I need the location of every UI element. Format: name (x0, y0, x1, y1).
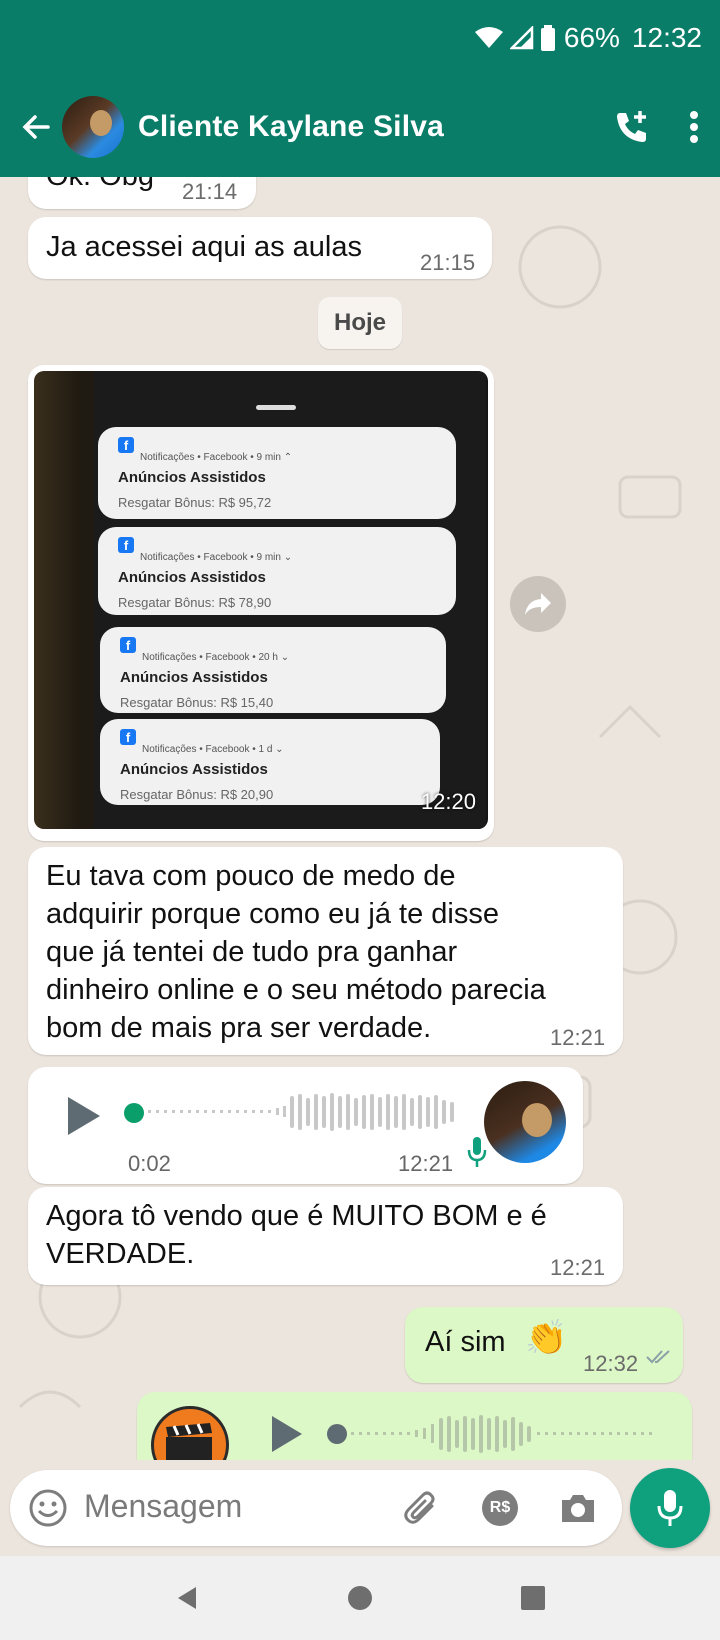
clock: 12:32 (631, 22, 702, 53)
voice-message[interactable]: 0:02 12:21 (28, 1067, 583, 1184)
forward-icon (525, 593, 551, 615)
incoming-message[interactable]: Ja acessei aqui as aulas 21:15 (28, 217, 492, 279)
notification-card: f Notificações • Facebook • 9 min ⌄ Anún… (98, 527, 456, 615)
signal-icon (509, 26, 534, 50)
message-line: adquirir porque como eu já te disse (46, 898, 499, 930)
play-icon[interactable] (64, 1095, 104, 1137)
notification-body: Resgatar Bônus: R$ 95,72 (118, 495, 272, 510)
message-line: bom de mais pra ser verdade. (46, 1012, 432, 1044)
outgoing-message[interactable]: Aí sim 👏 12:32 (405, 1307, 683, 1383)
message-time: 21:14 (182, 179, 238, 204)
facebook-icon: f (118, 537, 134, 553)
clapping-hands-emoji: 👏 (525, 1319, 568, 1357)
message-input[interactable]: Mensagem (84, 1488, 242, 1525)
message-line: que já tentei de tudo pra ganhar (46, 936, 458, 968)
message-text: Ok. Obg (46, 177, 154, 195)
message-line: Eu tava com pouco de medo de (46, 860, 456, 892)
message-time: 21:15 (420, 250, 476, 275)
voice-duration: 0:02 (128, 1151, 171, 1176)
wifi-icon (474, 27, 503, 48)
status-bar: 66% 12:32 (474, 22, 702, 54)
waveform[interactable] (148, 1092, 478, 1132)
playback-thumb[interactable] (327, 1424, 347, 1444)
message-text: Aí sim (425, 1326, 506, 1358)
chat-header: 66% 12:32 Cliente Kaylane Silva (0, 0, 720, 177)
recents-nav-icon[interactable] (518, 1583, 548, 1613)
notification-card: f Notificações • Facebook • 1 d ⌄ Anúnci… (100, 719, 440, 805)
clapperboard-icon (166, 1423, 212, 1460)
mic-icon (657, 1490, 683, 1526)
forward-button[interactable] (510, 576, 566, 632)
mic-icon (467, 1137, 487, 1167)
payment-button[interactable]: R$ (482, 1490, 518, 1526)
message-line: dinheiro online e o seu método parecia (46, 974, 546, 1006)
facebook-icon: f (118, 437, 134, 453)
voice-record-button[interactable] (630, 1468, 710, 1548)
phone-screenshot: f Notificações • Facebook • 9 min ⌃ Anún… (94, 371, 486, 829)
home-nav-icon[interactable] (345, 1583, 375, 1613)
message-composer[interactable]: Mensagem R$ (10, 1470, 622, 1546)
facebook-icon: f (120, 729, 136, 745)
more-vert-icon[interactable] (688, 109, 700, 145)
notification-body: Resgatar Bônus: R$ 78,90 (118, 595, 272, 610)
playback-thumb[interactable] (124, 1103, 144, 1123)
outgoing-voice-message[interactable] (137, 1392, 692, 1460)
back-nav-icon[interactable] (172, 1583, 202, 1613)
message-text: Eu tava com pouco de medo de adquirir po… (46, 857, 546, 1047)
contact-name[interactable]: Cliente Kaylane Silva (138, 110, 444, 144)
play-icon[interactable] (269, 1414, 305, 1454)
incoming-message[interactable]: Ok. Obg 21:14 (28, 177, 256, 209)
image-message[interactable]: f Notificações • Facebook • 9 min ⌃ Anún… (28, 365, 494, 841)
message-text: Ja acessei aqui as aulas (46, 231, 362, 263)
date-chip: Hoje (318, 297, 402, 349)
add-call-icon[interactable] (612, 107, 652, 147)
incoming-message[interactable]: Eu tava com pouco de medo de adquirir po… (28, 847, 623, 1055)
notification-card: f Notificações • Facebook • 20 h ⌄ Anúnc… (100, 627, 446, 713)
message-time: 12:21 (398, 1151, 454, 1176)
system-nav-bar (0, 1556, 720, 1640)
emoji-icon[interactable] (28, 1488, 68, 1528)
waveform[interactable] (351, 1414, 671, 1454)
contact-avatar[interactable] (62, 96, 124, 158)
incoming-message[interactable]: Agora tô vendo que é MUITO BOM e é VERDA… (28, 1187, 623, 1285)
app-bar: Cliente Kaylane Silva (0, 92, 720, 162)
camera-icon[interactable] (558, 1488, 598, 1528)
chat-area[interactable]: Ok. Obg 21:14 Ja acessei aqui as aulas 2… (0, 177, 720, 1460)
message-image[interactable]: f Notificações • Facebook • 9 min ⌃ Anún… (34, 371, 488, 829)
message-time: 12:21 (550, 1025, 606, 1050)
message-line: Agora tô vendo que é MUITO BOM e é (46, 1200, 547, 1232)
read-receipt-icon (646, 1350, 670, 1364)
back-button[interactable] (10, 101, 62, 153)
image-time: 12:20 (420, 789, 476, 814)
notification-body: Resgatar Bônus: R$ 20,90 (120, 787, 274, 802)
arrow-left-icon (22, 115, 50, 139)
facebook-icon: f (120, 637, 136, 653)
notification-body: Resgatar Bônus: R$ 15,40 (120, 695, 274, 710)
message-text: Agora tô vendo que é MUITO BOM e é VERDA… (46, 1197, 547, 1273)
battery-percent: 66% (563, 22, 620, 53)
attach-icon[interactable] (402, 1488, 442, 1528)
sender-avatar (484, 1081, 566, 1163)
battery-icon (540, 25, 555, 51)
message-line: VERDADE. (46, 1238, 195, 1270)
audio-file-avatar (151, 1406, 229, 1460)
notification-card: f Notificações • Facebook • 9 min ⌃ Anún… (98, 427, 456, 519)
message-time: 12:32 (583, 1351, 639, 1376)
message-time: 12:21 (550, 1255, 606, 1280)
